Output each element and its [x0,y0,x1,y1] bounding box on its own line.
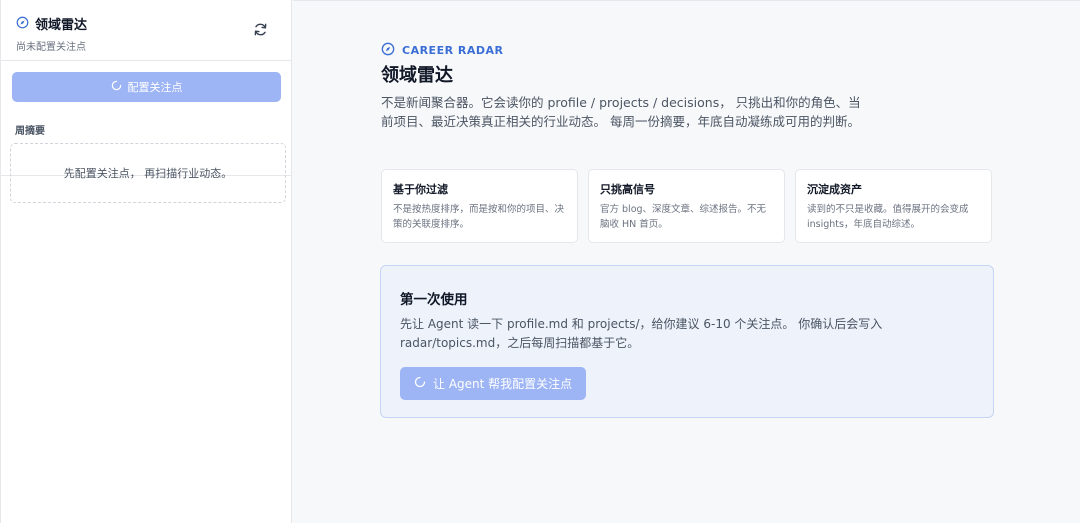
feature-card-text: 不是按热度排序，而是按和你的项目、决策的关联度排序。 [393,204,565,230]
feature-card-title: 沉淀成资产 [807,183,862,196]
feature-card-title: 基于你过滤 [393,183,448,196]
feature-card-text: 官方 blog、深度文章、综述报告。不无脑收 HN 首页。 [600,204,767,230]
loading-icon [414,376,426,391]
first-use-panel: 第一次使用 先让 Agent 读一下 profile.md 和 projects… [380,265,994,418]
feature-card: 沉淀成资产 读到的不只是收藏。值得展开的会变成 insights，年底自动综述。 [795,169,992,243]
feature-card: 基于你过滤 不是按热度排序，而是按和你的项目、决策的关联度排序。 [381,169,578,243]
brand-row: CAREER RADAR [381,41,503,60]
agent-config-button-label: 让 Agent 帮我配置关注点 [433,377,573,391]
sidebar-header: 领域雷达 尚未配置关注点 [1,0,291,61]
refresh-button[interactable] [251,22,269,40]
sidebar: 领域雷达 尚未配置关注点 配置关注点 周摘要 先配置关注点， 再扫描行业动态。 [0,0,292,523]
first-use-text: 先让 Agent 读一下 profile.md 和 projects/，给你建议… [400,317,883,350]
config-focus-button-label: 配置关注点 [127,81,183,94]
feature-cards: 基于你过滤 不是按热度排序，而是按和你的项目、决策的关联度排序。 只挑高信号 官… [381,169,992,243]
feature-card: 只挑高信号 官方 blog、深度文章、综述报告。不无脑收 HN 首页。 [588,169,785,243]
sidebar-title: 领域雷达 [35,18,88,33]
main-content: CAREER RADAR 领域雷达 不是新闻聚合器。它会读你的 profile … [293,0,1080,523]
page-title: 领域雷达 [381,65,453,86]
brand-label: CAREER RADAR [402,44,504,57]
compass-icon [16,14,29,33]
sidebar-subtitle: 尚未配置关注点 [16,42,86,53]
agent-config-button[interactable]: 让 Agent 帮我配置关注点 [400,367,587,400]
weekly-summary-empty-state: 先配置关注点， 再扫描行业动态。 [10,143,286,203]
weekly-summary-label: 周摘要 [15,126,45,137]
feature-card-title: 只挑高信号 [600,183,655,196]
config-focus-button[interactable]: 配置关注点 [12,72,281,102]
page-description: 不是新闻聚合器。它会读你的 profile / projects / decis… [381,95,861,129]
refresh-icon [253,22,268,41]
loading-icon [111,80,122,94]
feature-card-text: 读到的不只是收藏。值得展开的会变成 insights，年底自动综述。 [807,204,969,230]
compass-icon [381,41,395,60]
first-use-title: 第一次使用 [400,292,468,308]
